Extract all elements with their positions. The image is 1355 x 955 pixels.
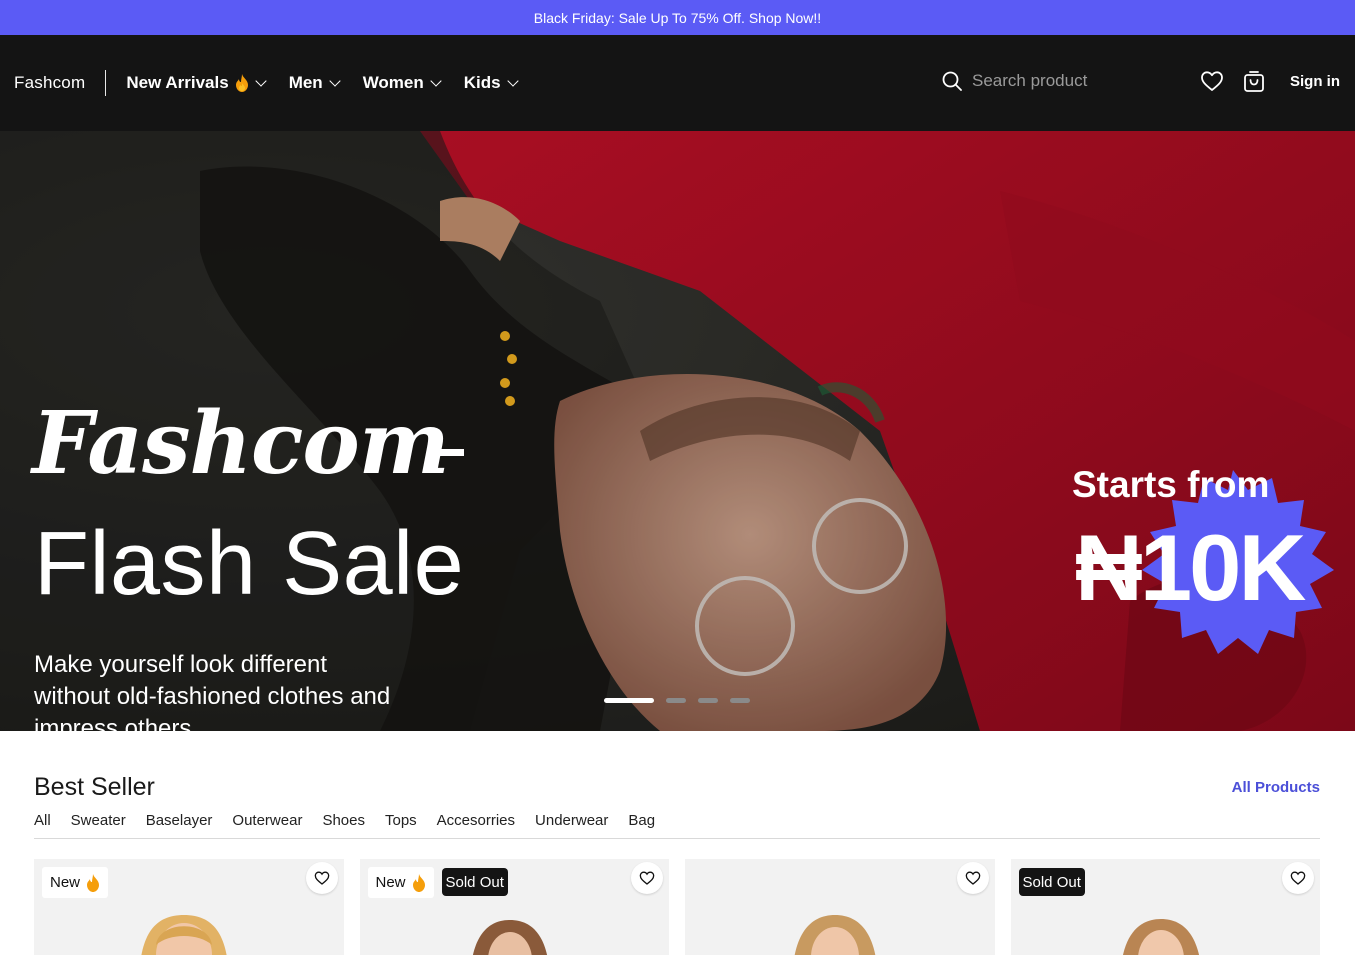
menu-item-label: Men — [288, 73, 323, 92]
product-image — [472, 920, 547, 955]
filter-underwear[interactable]: Underwear — [535, 812, 608, 829]
section-title: Best Seller — [34, 773, 155, 801]
heart-icon — [1290, 871, 1306, 885]
new-badge-label: New — [50, 874, 81, 891]
sold-out-label: Sold Out — [445, 873, 504, 891]
hero-banner[interactable]: Fashcom Flash Sale Make yourself look di… — [0, 131, 1355, 731]
product-image — [141, 915, 227, 955]
wishlist-button[interactable] — [631, 862, 663, 894]
wishlist-button[interactable] — [305, 862, 338, 894]
hero-description: Make yourself look different without old… — [34, 651, 391, 731]
new-badge: New — [367, 867, 434, 898]
sold-out-badge: Sold Out — [1018, 868, 1085, 896]
heart-icon[interactable] — [1200, 69, 1224, 93]
wishlist-button[interactable] — [956, 862, 989, 894]
shopping-bag-icon[interactable] — [1242, 69, 1266, 93]
flame-icon — [87, 873, 100, 892]
heart-icon — [314, 871, 329, 885]
main-menu: New Arrivals Men Women Kids — [126, 73, 519, 93]
best-seller-section: Best Seller All Products All Sweater Bas… — [0, 773, 1355, 955]
product-image — [1122, 919, 1199, 955]
search-icon[interactable] — [942, 71, 962, 91]
hero-title: Fashcom — [32, 393, 450, 494]
filter-baselayer[interactable]: Baselayer — [146, 812, 213, 829]
sold-out-label: Sold Out — [1022, 873, 1081, 891]
hero-title-dash — [428, 449, 464, 456]
filter-accessories[interactable]: Accesorries — [437, 812, 515, 829]
menu-item-label: Women — [362, 73, 424, 92]
chevron-down-icon — [430, 74, 442, 87]
product-grid: New New Sold Out Sold Out — [34, 859, 1320, 955]
product-card[interactable]: Sold Out — [1010, 859, 1320, 955]
filter-outerwear[interactable]: Outerwear — [232, 812, 302, 829]
new-badge: New — [42, 867, 109, 898]
menu-item-kids[interactable]: Kids — [463, 73, 519, 93]
promo-banner[interactable]: Black Friday: Sale Up To 75% Off. Shop N… — [0, 0, 1355, 35]
menu-item-women[interactable]: Women — [362, 73, 442, 93]
filter-bag[interactable]: Bag — [628, 812, 655, 829]
menu-item-label: New Arrivals — [126, 73, 229, 92]
search-bar — [942, 71, 1172, 91]
heart-icon — [965, 871, 980, 885]
promo-text[interactable]: Black Friday: Sale Up To 75% Off. Shop N… — [534, 10, 821, 26]
carousel-dots — [604, 698, 750, 703]
menu-item-new-arrivals[interactable]: New Arrivals — [126, 73, 267, 93]
filter-shoes[interactable]: Shoes — [322, 812, 365, 829]
carousel-dot-3[interactable] — [698, 698, 718, 703]
brand-logo[interactable]: Fashcom — [14, 73, 85, 93]
menu-item-men[interactable]: Men — [288, 73, 341, 93]
hero-subtitle: Flash Sale — [34, 514, 465, 614]
heart-icon — [639, 871, 655, 885]
category-filters: All Sweater Baselayer Outerwear Shoes To… — [34, 812, 1320, 839]
chevron-down-icon — [255, 74, 267, 87]
wishlist-button[interactable] — [1282, 862, 1314, 894]
section-header: Best Seller All Products — [34, 773, 1320, 802]
top-navigation: Fashcom New Arrivals Men Women Kids Sear… — [0, 35, 1355, 131]
nav-actions: Sign in — [1200, 69, 1340, 93]
brand-divider — [105, 70, 107, 96]
price-label: ₦10K — [1075, 515, 1306, 620]
search-input[interactable] — [972, 71, 1172, 91]
all-products-link[interactable]: All Products — [1232, 779, 1320, 796]
sold-out-badge: Sold Out — [441, 868, 508, 896]
new-badge-label: New — [375, 874, 406, 891]
chevron-down-icon — [506, 74, 519, 87]
product-card[interactable] — [685, 859, 995, 955]
filter-tops[interactable]: Tops — [385, 812, 417, 829]
filter-sweater[interactable]: Sweater — [71, 812, 126, 829]
menu-item-label: Kids — [463, 73, 501, 92]
carousel-dot-4[interactable] — [730, 698, 750, 703]
carousel-dot-2[interactable] — [666, 698, 686, 703]
sign-in-link[interactable]: Sign in — [1290, 73, 1340, 90]
carousel-dot-1[interactable] — [604, 698, 654, 703]
chevron-down-icon — [329, 74, 341, 87]
product-card[interactable]: New Sold Out — [359, 859, 669, 955]
flame-icon — [412, 873, 425, 892]
product-image — [794, 915, 876, 955]
filter-all[interactable]: All — [34, 812, 51, 829]
starts-from-label: Starts from — [1072, 464, 1270, 505]
product-card[interactable]: New — [34, 859, 344, 955]
flame-icon — [235, 74, 248, 92]
